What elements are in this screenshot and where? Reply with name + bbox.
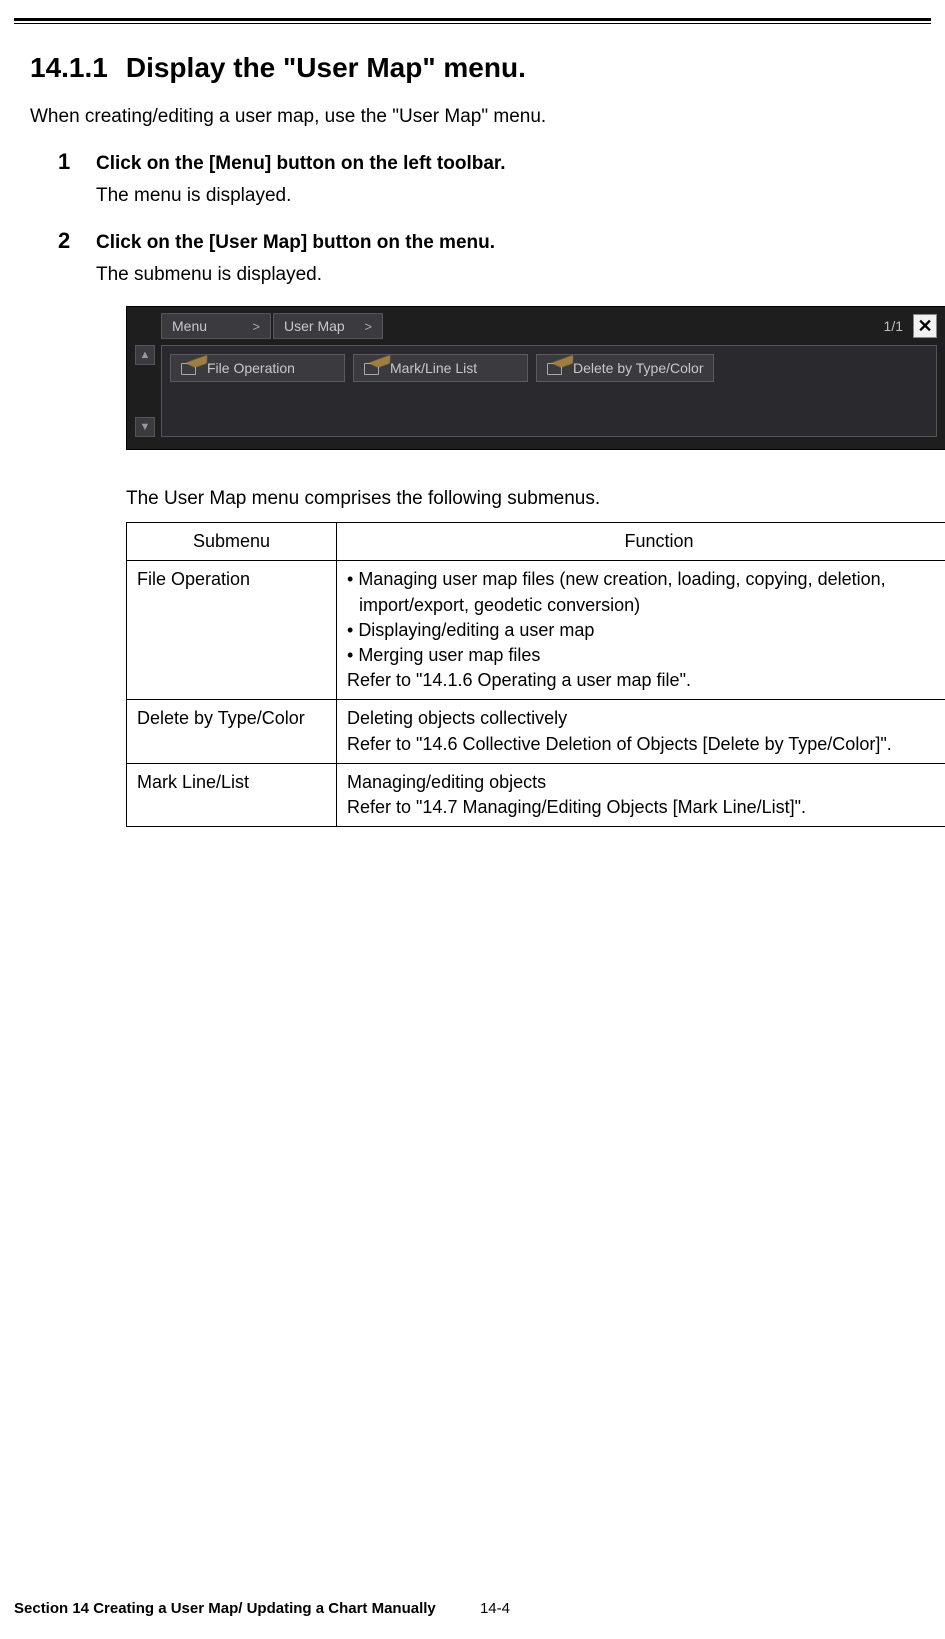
breadcrumb-usermap[interactable]: User Map > [273, 313, 383, 339]
step-title: Click on the [User Map] button on the me… [96, 229, 915, 257]
table-header-submenu: Submenu [127, 523, 337, 561]
section-heading: 14.1.1 Display the "User Map" menu. [30, 52, 915, 84]
steps-list: 1 Click on the [Menu] button on the left… [30, 150, 915, 827]
table-row: Delete by Type/Color Deleting objects co… [127, 700, 945, 763]
function-item: Managing user map files (new creation, l… [347, 567, 945, 617]
submenu-label: Mark/Line List [390, 360, 477, 376]
submenu-table: Submenu Function File Operation Managing… [126, 522, 945, 827]
table-intro: The User Map menu comprises the followin… [126, 488, 915, 510]
table-body: File Operation Managing user map files (… [127, 561, 945, 827]
scroll-up-button[interactable]: ▲ [135, 345, 155, 365]
embedded-screenshot: Menu > User Map > 1/1 ✕ [126, 306, 945, 450]
breadcrumb-menu[interactable]: Menu > [161, 313, 271, 339]
submenu-delete-by-type-color[interactable]: Delete by Type/Color [536, 354, 714, 382]
function-item: Refer to "14.6 Collective Deletion of Ob… [347, 732, 945, 757]
breadcrumb-label: User Map [284, 318, 345, 334]
screenshot-body: ▲ ▼ File Operation Mark/Line [135, 345, 937, 437]
arrow-up-icon: ▲ [140, 349, 151, 361]
section-number: 14.1.1 [30, 52, 108, 83]
submenu-mark-line-list[interactable]: Mark/Line List [353, 354, 528, 382]
footer-page-number: 14-4 [480, 1600, 510, 1617]
cell-submenu: Delete by Type/Color [127, 700, 337, 763]
step-desc: The submenu is displayed. [96, 261, 915, 289]
breadcrumb: Menu > User Map > [161, 313, 383, 339]
function-item: Displaying/editing a user map [347, 618, 945, 643]
submenu-label: Delete by Type/Color [573, 360, 703, 376]
close-button[interactable]: ✕ [913, 314, 937, 338]
submenu-file-operation[interactable]: File Operation [170, 354, 345, 382]
step-item: 2 Click on the [User Map] button on the … [58, 229, 915, 827]
table-header-function: Function [337, 523, 945, 561]
table-row: File Operation Managing user map files (… [127, 561, 945, 700]
function-item: Deleting objects collectively [347, 706, 945, 731]
step-number: 2 [58, 228, 70, 254]
step-item: 1 Click on the [Menu] button on the left… [58, 150, 915, 209]
page-indicator: 1/1 [884, 318, 903, 334]
page-footer: Section 14 Creating a User Map/ Updating… [14, 1600, 510, 1617]
cell-function: Deleting objects collectively Refer to "… [337, 700, 945, 763]
function-list: Managing/editing objects Refer to "14.7 … [347, 770, 945, 820]
footer-section-title: Section 14 Creating a User Map/ Updating… [14, 1600, 436, 1617]
step-title: Click on the [Menu] button on the left t… [96, 150, 915, 178]
section-title: Display the "User Map" menu. [126, 52, 526, 83]
submenu-panel: File Operation Mark/Line List Delete by … [161, 345, 937, 437]
cell-function: Managing user map files (new creation, l… [337, 561, 945, 700]
function-item: Merging user map files [347, 643, 945, 668]
scroll-down-button[interactable]: ▼ [135, 417, 155, 437]
function-list: Deleting objects collectively Refer to "… [347, 706, 945, 756]
screenshot-topbar: Menu > User Map > 1/1 ✕ [135, 313, 937, 345]
intro-paragraph: When creating/editing a user map, use th… [30, 106, 915, 128]
edit-icon [181, 361, 199, 375]
function-item: Managing/editing objects [347, 770, 945, 795]
edit-icon [364, 361, 382, 375]
chevron-right-icon: > [252, 319, 260, 334]
step-number: 1 [58, 149, 70, 175]
function-item: Refer to "14.1.6 Operating a user map fi… [347, 668, 945, 693]
page-content: 14.1.1 Display the "User Map" menu. When … [0, 24, 945, 827]
breadcrumb-label: Menu [172, 318, 207, 334]
cell-submenu: Mark Line/List [127, 763, 337, 826]
function-item: Refer to "14.7 Managing/Editing Objects … [347, 795, 945, 820]
edit-icon [547, 361, 565, 375]
close-icon: ✕ [917, 316, 932, 337]
table-row: Mark Line/List Managing/editing objects … [127, 763, 945, 826]
chevron-right-icon: > [364, 319, 372, 334]
side-arrow-group: ▲ ▼ [135, 345, 155, 437]
cell-submenu: File Operation [127, 561, 337, 700]
submenu-label: File Operation [207, 360, 295, 376]
arrow-down-icon: ▼ [140, 421, 151, 433]
function-list: Managing user map files (new creation, l… [347, 567, 945, 693]
cell-function: Managing/editing objects Refer to "14.7 … [337, 763, 945, 826]
step-desc: The menu is displayed. [96, 182, 915, 210]
screenshot-topbar-right: 1/1 ✕ [884, 314, 937, 338]
